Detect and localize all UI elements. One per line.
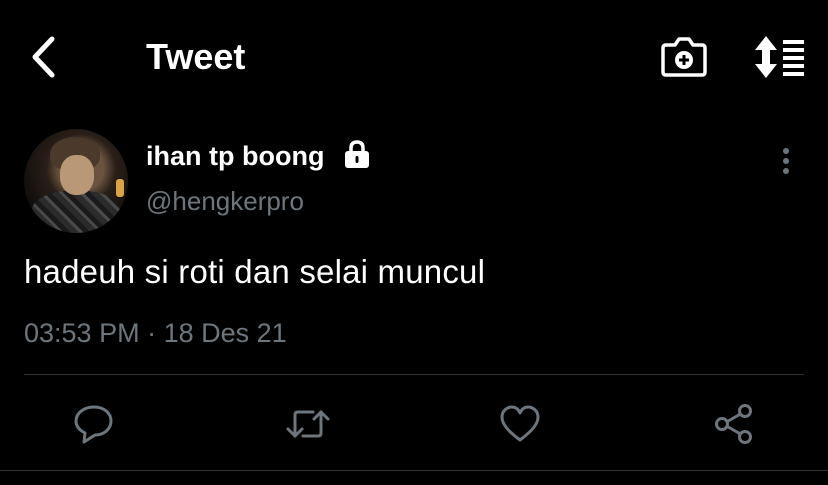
camera-plus-icon bbox=[661, 37, 707, 77]
tweet-text: hadeuh si roti dan selai muncul bbox=[24, 253, 486, 290]
lock-icon bbox=[345, 140, 369, 168]
sort-button[interactable] bbox=[752, 36, 808, 78]
divider bbox=[24, 374, 804, 375]
avatar[interactable] bbox=[24, 129, 128, 233]
reply-button[interactable] bbox=[72, 402, 116, 446]
more-vertical-icon bbox=[783, 148, 789, 174]
avatar-light bbox=[116, 179, 124, 197]
top-bar: Tweet bbox=[0, 0, 828, 112]
divider bbox=[0, 470, 828, 471]
reply-icon bbox=[74, 405, 113, 444]
meta-separator: · bbox=[147, 318, 157, 348]
tweet-time[interactable]: 03:53 PM bbox=[24, 318, 140, 348]
user-handle[interactable]: @hengkerpro bbox=[146, 184, 304, 218]
tweet-date: 18 Des 21 bbox=[163, 318, 287, 348]
more-options-button[interactable] bbox=[770, 145, 802, 177]
tweet-timestamp: 03:53 PM · 18 Des 21 bbox=[24, 316, 287, 350]
share-icon bbox=[715, 404, 752, 444]
chevron-left-icon bbox=[32, 36, 55, 78]
retweet-button[interactable] bbox=[286, 402, 330, 446]
retweet-icon bbox=[286, 410, 330, 438]
tweet-actions bbox=[0, 402, 828, 448]
page-title: Tweet bbox=[146, 36, 246, 77]
like-button[interactable] bbox=[498, 402, 542, 446]
sort-list-icon bbox=[755, 36, 804, 78]
display-name[interactable]: ihan tp boong bbox=[146, 139, 324, 173]
tweet-detail: ihan tp boong @hengkerpro hadeuh si roti… bbox=[0, 112, 828, 485]
avatar-face bbox=[60, 155, 94, 195]
camera-button[interactable] bbox=[660, 36, 708, 78]
back-button[interactable] bbox=[22, 34, 66, 80]
share-button[interactable] bbox=[712, 402, 756, 446]
heart-icon bbox=[500, 405, 540, 442]
avatar-shirt bbox=[30, 191, 122, 233]
